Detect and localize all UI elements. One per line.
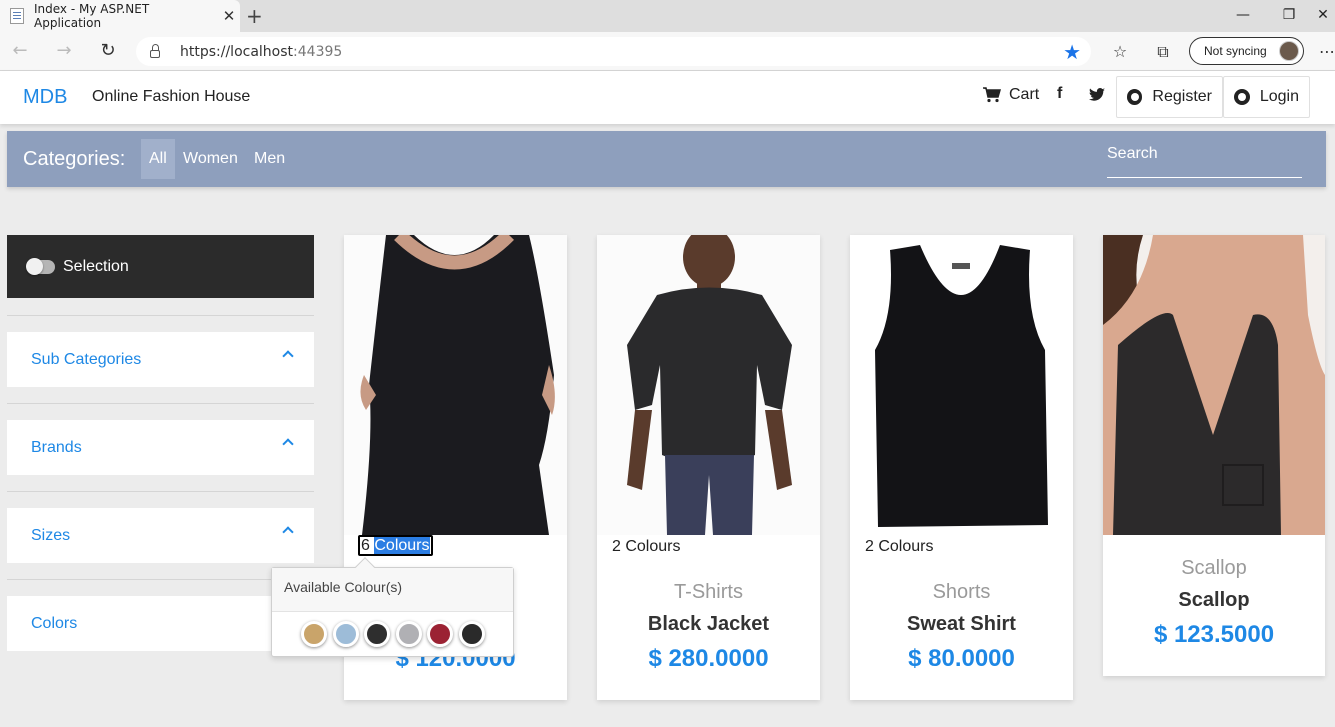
back-icon[interactable]: ← — [8, 40, 32, 64]
product-image[interactable] — [1103, 235, 1325, 535]
collections-icon[interactable]: ⧉ — [1151, 40, 1175, 64]
search-input[interactable]: Search — [1107, 145, 1302, 178]
filter-label: Colors — [31, 614, 78, 632]
colour-swatch[interactable] — [427, 621, 453, 647]
new-tab-icon[interactable]: + — [246, 4, 263, 28]
github-icon — [1127, 89, 1143, 105]
brand-logo[interactable]: MDB — [23, 86, 67, 109]
filter-label: Sub Categories — [31, 350, 142, 368]
product-name[interactable]: Sweat Shirt — [850, 613, 1073, 636]
chevron-up-icon — [282, 526, 294, 538]
site-navbar: MDB Online Fashion House Cart f Register… — [0, 71, 1335, 124]
product-name[interactable]: Black Jacket — [597, 613, 820, 636]
filter-sub-categories[interactable]: Sub Categories — [7, 332, 314, 387]
login-label: Login — [1259, 88, 1299, 105]
filter-label: Sizes — [31, 526, 71, 544]
filter-sizes[interactable]: Sizes — [7, 508, 314, 563]
category-all[interactable]: All — [141, 139, 175, 179]
product-price: $ 280.0000 — [648, 645, 769, 672]
category-women[interactable]: Women — [175, 139, 246, 179]
product-image[interactable] — [850, 235, 1073, 535]
colour-swatch[interactable] — [364, 621, 390, 647]
popover-title: Available Colour(s) — [272, 568, 513, 612]
address-toolbar: ← → ↻ https://localhost:44395 ★ ☆ ⧉ Not … — [0, 32, 1335, 71]
profile-avatar — [1279, 41, 1299, 61]
selection-toggle[interactable] — [26, 257, 55, 275]
browser-tab[interactable]: Index - My ASP.NET Application ✕ — [0, 0, 240, 32]
github-icon — [1234, 89, 1250, 105]
minimize-icon[interactable]: — — [1220, 0, 1266, 32]
cart-icon — [983, 87, 1001, 103]
categories-bar: Categories: All Women Men Search — [7, 131, 1326, 187]
product-colours-link[interactable]: 2 Colours — [612, 538, 680, 556]
chevron-up-icon — [282, 350, 294, 362]
cart-link[interactable]: Cart — [983, 86, 1039, 104]
twitter-icon[interactable] — [1089, 88, 1105, 102]
lock-icon — [150, 44, 160, 58]
categories-label: Categories: — [23, 148, 126, 170]
filter-brands[interactable]: Brands — [7, 420, 314, 475]
page-favicon-icon — [10, 8, 24, 24]
product-colours-link[interactable]: 2 Colours — [865, 538, 933, 556]
divider — [7, 491, 314, 492]
category-men[interactable]: Men — [246, 139, 293, 179]
login-button[interactable]: Login — [1223, 76, 1310, 118]
divider — [7, 579, 314, 580]
refresh-icon[interactable]: ↻ — [96, 40, 120, 64]
divider — [7, 403, 314, 404]
colour-swatch[interactable] — [301, 621, 327, 647]
product-colours-link[interactable]: 6 Colours — [358, 535, 433, 556]
favorite-star-icon[interactable]: ★ — [1063, 40, 1081, 65]
filter-label: Brands — [31, 438, 82, 456]
sync-label: Not syncing — [1204, 44, 1267, 58]
sync-button[interactable]: Not syncing — [1189, 37, 1304, 65]
product-subcategory: T-Shirts — [674, 581, 743, 603]
tab-title: Index - My ASP.NET Application — [34, 2, 150, 30]
product-card[interactable]: 2 Colours Shorts Sweat Shirt $ 80.0000 — [850, 235, 1073, 700]
available-colours-popover: Available Colour(s) — [271, 557, 514, 657]
product-price: $ 80.0000 — [908, 645, 1015, 672]
chevron-up-icon — [282, 438, 294, 450]
address-bar[interactable]: https://localhost:44395 ★ — [136, 37, 1091, 66]
forward-icon[interactable]: → — [52, 40, 76, 64]
divider — [7, 315, 314, 316]
facebook-icon[interactable]: f — [1057, 85, 1062, 103]
browser-tab-strip: Index - My ASP.NET Application ✕ + — ❐ ✕ — [0, 0, 1335, 32]
product-name[interactable]: Scallop — [1103, 589, 1325, 612]
url-host: https://localhost — [180, 43, 294, 60]
selection-label: Selection — [63, 257, 129, 275]
colour-swatch[interactable] — [395, 621, 422, 647]
register-label: Register — [1152, 88, 1212, 105]
cart-label: Cart — [1009, 86, 1040, 103]
product-subcategory: Shorts — [932, 581, 991, 603]
favorites-icon[interactable]: ☆ — [1108, 40, 1132, 64]
url-port: :44395 — [293, 43, 343, 60]
product-price: $ 123.5000 — [1153, 621, 1275, 648]
shop-name[interactable]: Online Fashion House — [92, 88, 250, 106]
colour-swatch[interactable] — [332, 621, 359, 647]
product-subcategory: Scallop — [1181, 557, 1247, 579]
colour-swatch[interactable] — [458, 621, 485, 647]
product-image[interactable] — [597, 235, 820, 535]
close-window-icon[interactable]: ✕ — [1300, 0, 1335, 32]
product-image[interactable] — [344, 235, 567, 535]
more-options-icon[interactable]: ⋯ — [1315, 40, 1335, 64]
filter-colors[interactable]: Colors — [7, 596, 314, 651]
product-card[interactable]: 2 Colours T-Shirts Black Jacket $ 280.00… — [597, 235, 820, 700]
selection-toggle-panel[interactable]: Selection — [7, 235, 314, 298]
colour-swatches — [301, 621, 490, 647]
register-button[interactable]: Register — [1116, 76, 1223, 118]
product-card[interactable]: Scallop Scallop $ 123.5000 — [1103, 235, 1325, 676]
close-tab-icon[interactable]: ✕ — [218, 7, 240, 25]
